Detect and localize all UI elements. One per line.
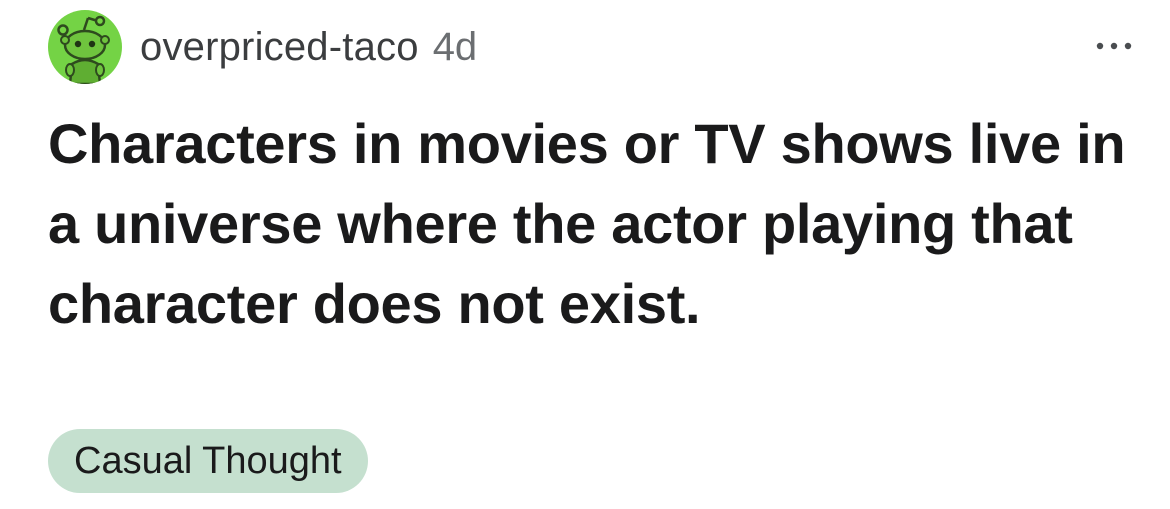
more-options-button[interactable] [1084,26,1144,66]
post-header: overpriced-taco 4d [48,10,477,84]
post-card: overpriced-taco 4d Characters in movies … [0,0,1170,509]
user-avatar[interactable] [48,10,122,84]
author-username[interactable]: overpriced-taco [140,25,419,70]
more-options-icon [1096,42,1132,50]
post-title[interactable]: Characters in movies or TV shows live in… [48,104,1128,344]
snoo-avatar-icon [57,15,110,84]
post-flair[interactable]: Casual Thought [48,429,368,493]
post-age: 4d [432,24,478,69]
